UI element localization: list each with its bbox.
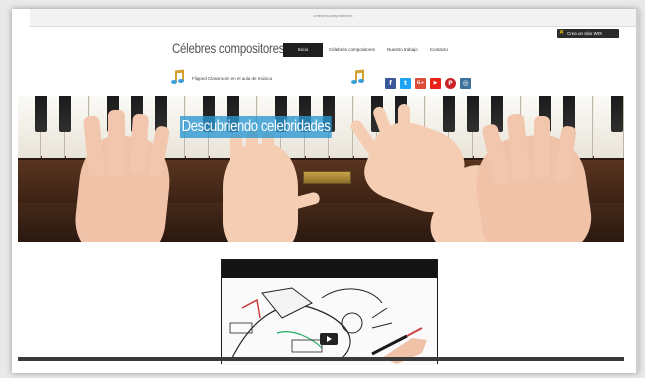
nav-item-nuestro-trabajo[interactable]: Nuestro trabajo [381, 43, 424, 57]
nav-item-inicio[interactable]: Inicio [283, 43, 323, 57]
google-plus-icon[interactable]: G+ [415, 78, 426, 89]
pinterest-icon[interactable]: P [445, 78, 456, 89]
nav-item-celebres-compositores[interactable]: Célebres compositores [323, 43, 381, 57]
video-title-bar [222, 260, 437, 278]
twitter-icon[interactable]: t [400, 78, 411, 89]
wix-x-icon: ✕ [559, 30, 565, 36]
wix-create-site-button[interactable]: ✕ Crea un sitio WIX [557, 29, 619, 38]
instagram-icon[interactable]: ◎ [460, 78, 471, 89]
main-nav: Inicio Célebres compositores Nuestro tra… [283, 43, 454, 57]
social-links: f t G+ ▶ P ◎ [385, 78, 471, 89]
video-player[interactable] [221, 259, 438, 365]
play-icon[interactable] [320, 333, 338, 345]
tagline-text: Flipped Classroom en el aula de música [192, 75, 273, 81]
music-note-icon [350, 69, 366, 86]
page-bottom-bar [18, 357, 624, 361]
music-note-icon [170, 69, 186, 86]
facebook-icon[interactable]: f [385, 78, 396, 89]
hero-caption: Descubriendo celebridades [180, 116, 333, 138]
window-edge [636, 9, 639, 373]
youtube-icon[interactable]: ▶ [430, 78, 441, 89]
page-url: celebrescompositores [313, 13, 353, 18]
video-thumbnail [222, 278, 437, 365]
browser-address-bar[interactable]: celebrescompositores [30, 9, 636, 27]
hero-banner: Descubriendo celebridades [18, 96, 624, 242]
nav-item-contacto[interactable]: Contacto [424, 43, 454, 57]
site-title[interactable]: Célebres compositores [172, 40, 284, 56]
tagline: Flipped Classroom en el aula de música [170, 69, 366, 86]
wix-badge-label: Crea un sitio WIX [567, 31, 603, 36]
